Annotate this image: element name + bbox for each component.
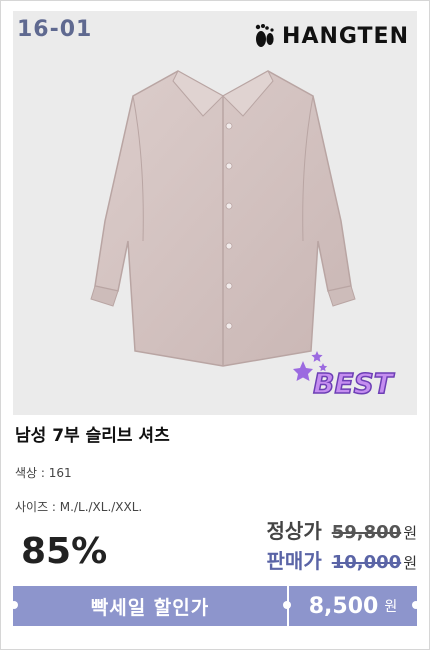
regular-price-row: 정상가 59,800 원 [267,515,417,544]
brand-name: HANGTEN [282,23,409,49]
banner-notch-middle [283,601,291,609]
brand-logo: HANGTEN [252,23,409,49]
product-code: 16-01 [17,17,93,42]
banner-notch-right [412,601,420,609]
product-image[interactable]: 16-01 HANGTEN BEST [13,11,417,415]
sale-price-currency: 원 [403,554,417,572]
discount-rate: 85% [21,531,108,572]
regular-price-label: 정상가 [266,519,322,543]
final-price-currency: 원 [384,599,398,615]
sale-banner[interactable]: 빡세일 할인가 8,500 원 [13,586,417,626]
sale-price-value: 10,000 [331,552,402,573]
regular-price-value: 59,800 [331,522,402,543]
best-badge: BEST [293,351,396,401]
sale-price-label: 판매가 [266,549,322,573]
banner-notch-left [10,601,18,609]
final-price: 8,500 [308,593,379,619]
best-text: BEST [313,367,395,400]
final-price-box: 8,500 원 [289,586,417,626]
footprint-icon [255,24,274,47]
sale-price-row: 판매가 10,000 원 [267,545,417,574]
shirt-illustration [90,70,356,367]
product-card[interactable]: 16-01 HANGTEN BEST 남성 7부 슬리브 셔츠 색상: 161… [0,0,430,650]
banner-label: 빡세일 할인가 [13,586,287,626]
color-info: 색상 : 161 [15,466,72,480]
product-title[interactable]: 남성 7부 슬리브 셔츠 [15,421,170,446]
regular-price-currency: 원 [403,524,417,542]
size-info: 사이즈 : M./L./XL./XXL. [15,500,143,514]
